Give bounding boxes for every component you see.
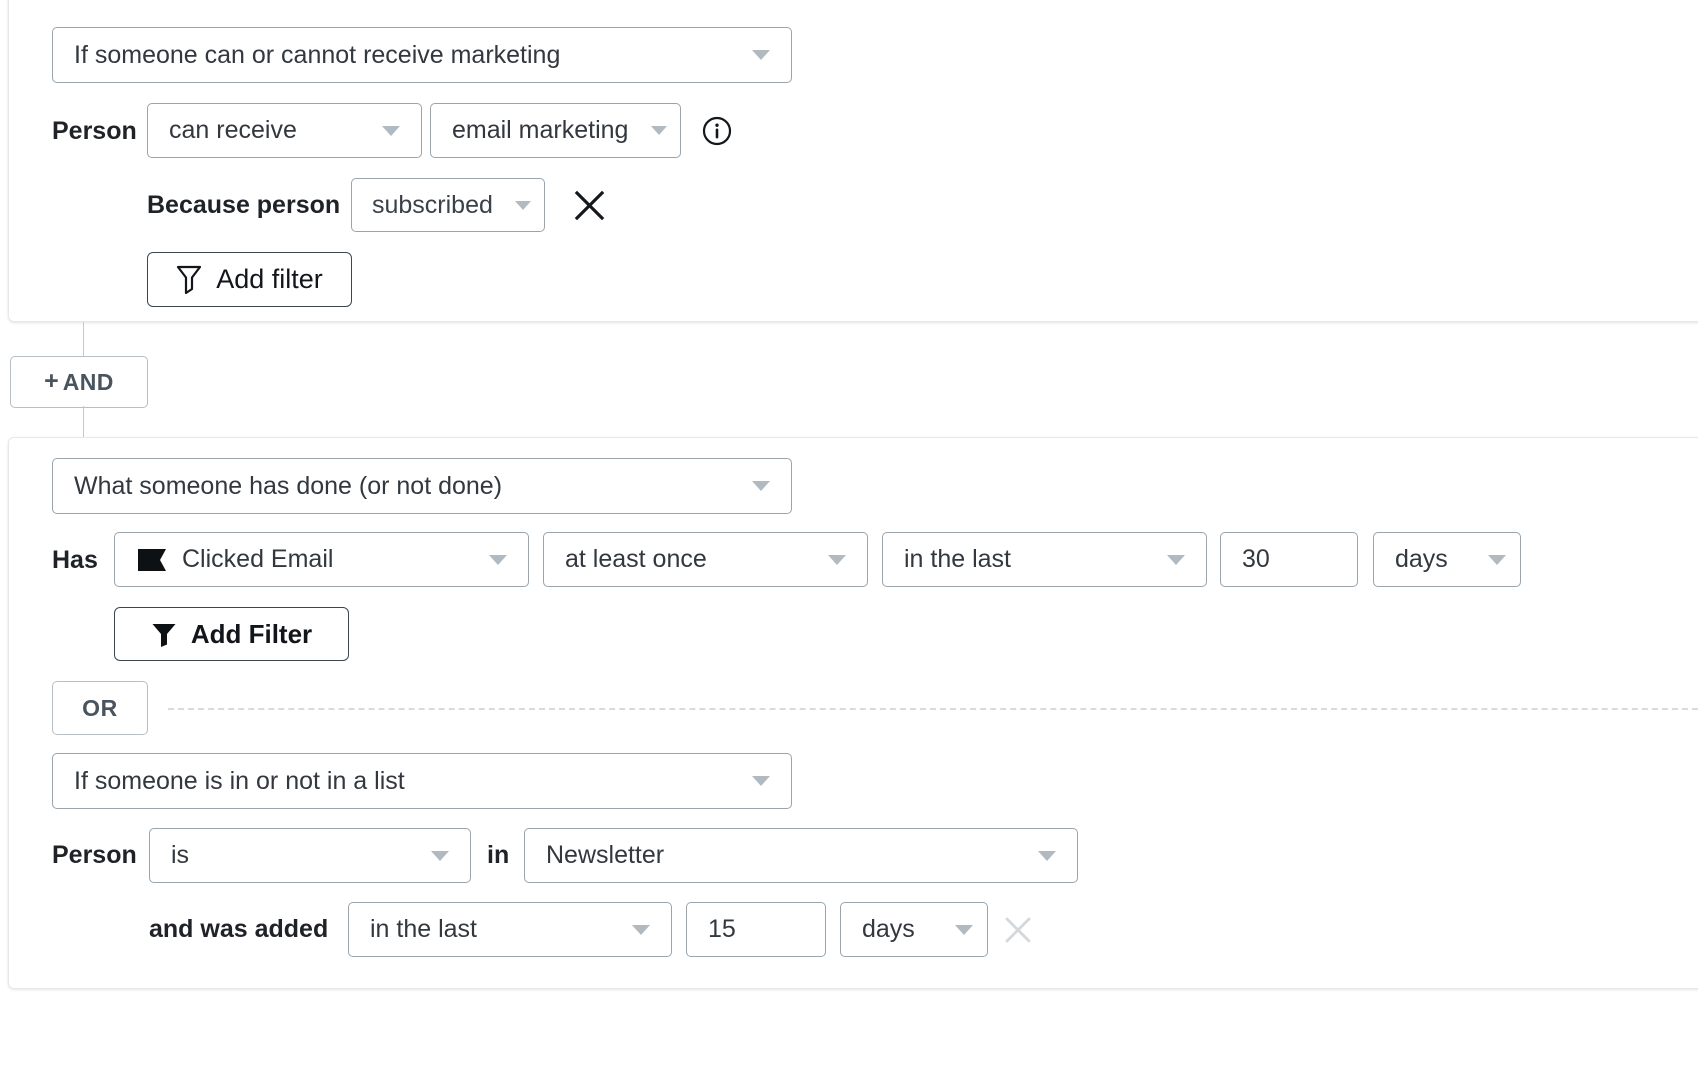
added-timeframe-value: in the last [349,915,632,944]
chevron-down-icon [752,50,770,60]
marketing-channel-value: email marketing [431,116,651,145]
chevron-down-icon [1167,555,1185,565]
condition-type-select-2-value: What someone has done (or not done) [53,472,752,501]
unit-select-value: days [1374,545,1488,574]
filter-outline-icon [176,265,202,294]
has-label: Has [52,546,98,575]
and-was-added-label: and was added [149,915,328,944]
added-unit-value: days [841,915,955,944]
or-divider-label: OR [82,695,118,722]
person-label-1: Person [52,117,137,146]
timeframe-select[interactable]: in the last [882,532,1207,587]
and-button-label: AND [63,369,114,396]
chevron-down-icon [1488,555,1506,565]
add-filter-button-1-label: Add filter [216,264,323,295]
chevron-down-icon [489,555,507,565]
remove-added-filter-button[interactable] [1004,916,1032,944]
connector-line-bottom [83,406,84,440]
add-filter-button-1[interactable]: Add filter [147,252,352,307]
added-amount-input[interactable]: 15 [686,902,826,957]
chevron-down-icon [515,201,531,210]
chevron-down-icon [955,925,973,935]
metric-select-value: Clicked Email [168,545,489,574]
add-filter-button-2[interactable]: Add Filter [114,607,349,661]
added-amount-value: 15 [687,915,825,944]
chevron-down-icon [632,925,650,935]
chevron-down-icon [828,555,846,565]
condition-type-select-1-value: If someone can or cannot receive marketi… [53,41,752,70]
add-filter-button-2-label: Add Filter [191,619,312,650]
metric-select[interactable]: Clicked Email [114,532,529,587]
in-label: in [487,841,509,870]
marketing-ability-select[interactable]: can receive [147,103,422,158]
filter-solid-icon [151,622,177,647]
added-unit-select[interactable]: days [840,902,988,957]
list-condition-type-value: If someone is in or not in a list [53,767,752,796]
chevron-down-icon [382,126,400,136]
marketing-channel-select[interactable]: email marketing [430,103,681,158]
amount-input[interactable]: 30 [1220,532,1358,587]
chevron-down-icon [752,481,770,491]
frequency-select-value: at least once [544,545,828,574]
add-and-condition-button[interactable]: + AND [10,356,148,408]
subscription-reason-value: subscribed [352,191,515,220]
condition-type-select-1[interactable]: If someone can or cannot receive marketi… [52,27,792,83]
because-person-label: Because person [147,191,340,220]
chevron-down-icon [431,851,449,861]
chevron-down-icon [752,776,770,786]
list-name-value: Newsletter [525,841,1038,870]
condition-type-select-2[interactable]: What someone has done (or not done) [52,458,792,514]
timeframe-select-value: in the last [883,545,1167,574]
person-label-2: Person [52,841,137,870]
info-icon[interactable] [702,116,732,146]
amount-input-value: 30 [1221,545,1357,574]
subscription-reason-select[interactable]: subscribed [351,178,545,232]
added-timeframe-select[interactable]: in the last [348,902,672,957]
connector-line-top [83,322,84,359]
frequency-select[interactable]: at least once [543,532,868,587]
unit-select[interactable]: days [1373,532,1521,587]
email-flag-icon [115,547,168,573]
chevron-down-icon [1038,851,1056,861]
list-condition-type-select[interactable]: If someone is in or not in a list [52,753,792,809]
plus-icon: + [44,369,59,394]
list-name-select[interactable]: Newsletter [524,828,1078,883]
or-divider-line [168,708,1698,710]
marketing-ability-value: can receive [148,116,382,145]
segment-builder-canvas: If someone can or cannot receive marketi… [0,0,1698,1072]
list-membership-value: is [150,841,431,870]
list-membership-select[interactable]: is [149,828,471,883]
chevron-down-icon [651,126,667,135]
remove-reason-button[interactable] [573,189,606,222]
or-divider-button[interactable]: OR [52,681,148,735]
